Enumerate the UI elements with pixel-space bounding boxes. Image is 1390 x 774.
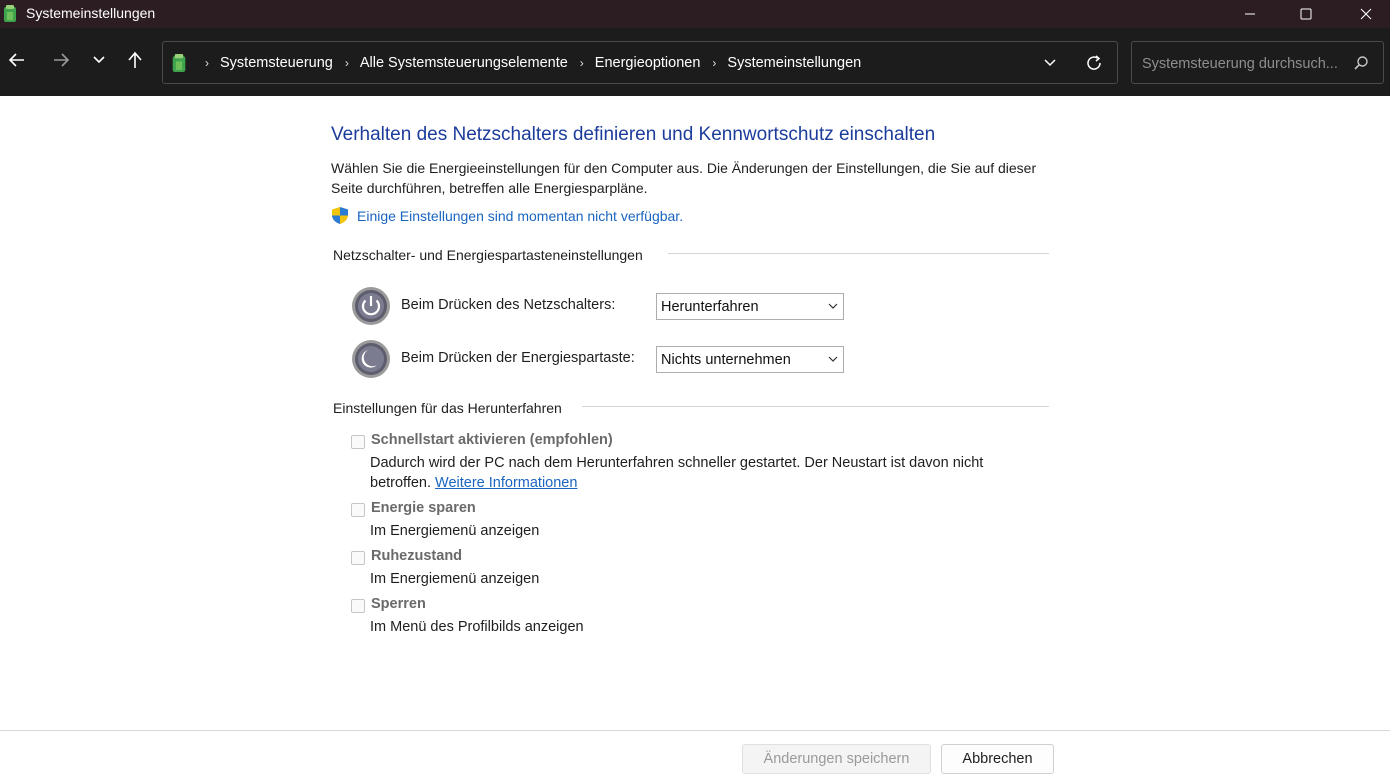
maximize-icon <box>1300 8 1312 20</box>
refresh-button[interactable] <box>1081 50 1107 76</box>
lock-title: Sperren <box>371 596 426 612</box>
control-panel-icon <box>4 5 16 22</box>
forward-button[interactable] <box>47 46 75 74</box>
sleep-button-action-select[interactable]: Nichts unternehmen <box>656 346 844 373</box>
recent-locations-button[interactable] <box>85 46 113 74</box>
breadcrumb-alle-elemente[interactable]: Alle Systemsteuerungselemente <box>358 55 570 71</box>
fast-startup-checkbox[interactable] <box>351 435 365 449</box>
close-button[interactable] <box>1336 0 1390 28</box>
save-changes-button[interactable]: Änderungen speichern <box>742 744 931 774</box>
fast-startup-title: Schnellstart aktivieren (empfohlen) <box>371 432 613 448</box>
arrow-right-icon <box>54 53 70 67</box>
minimize-icon <box>1245 13 1255 15</box>
up-button[interactable] <box>121 46 149 74</box>
chevron-down-icon <box>828 356 838 362</box>
footer-divider <box>0 730 1390 731</box>
search-box[interactable] <box>1131 41 1384 84</box>
window-title: Systemeinstellungen <box>26 5 156 21</box>
breadcrumb-systemeinstellungen[interactable]: Systemeinstellungen <box>725 55 863 71</box>
power-button-action-value: Herunterfahren <box>661 298 759 315</box>
control-panel-icon <box>172 53 186 72</box>
maximize-button[interactable] <box>1276 0 1336 28</box>
chevron-down-icon <box>828 303 838 309</box>
breadcrumb-systemsteuerung[interactable]: Systemsteuerung <box>218 55 335 71</box>
power-buttons-group-title: Netzschalter- und Energiespartasteneinst… <box>333 247 643 263</box>
sleep-button-action-value: Nichts unternehmen <box>661 351 791 368</box>
sleep-title: Energie sparen <box>371 500 476 516</box>
cancel-button[interactable]: Abbrechen <box>941 744 1054 774</box>
breadcrumb-separator: › <box>344 55 349 70</box>
search-icon[interactable] <box>1353 55 1369 71</box>
arrow-left-icon <box>8 53 24 67</box>
title-bar: Systemeinstellungen <box>0 0 1390 28</box>
chevron-down-icon <box>93 56 105 64</box>
hibernate-title: Ruhezustand <box>371 548 463 564</box>
chevron-down-icon <box>1044 59 1056 67</box>
close-icon <box>1360 8 1372 20</box>
lock-description: Im Menü des Profilbilds anzeigen <box>370 619 584 635</box>
hibernate-checkbox[interactable] <box>351 551 365 565</box>
sleep-description: Im Energiemenü anzeigen <box>370 523 540 539</box>
sleep-checkbox[interactable] <box>351 503 365 517</box>
lock-checkbox[interactable] <box>351 599 365 613</box>
breadcrumb-separator: › <box>579 55 584 70</box>
search-input[interactable] <box>1140 51 1344 77</box>
sleep-button-row: Beim Drücken der Energiespartaste: Nicht… <box>351 339 844 379</box>
unavailable-settings-link[interactable]: Einige Einstellungen sind momentan nicht… <box>357 208 683 224</box>
group-divider <box>668 253 1049 254</box>
refresh-icon <box>1087 55 1101 70</box>
arrow-up-icon <box>128 51 142 68</box>
power-button-label: Beim Drücken des Netzschalters: <box>401 297 616 313</box>
address-bar[interactable]: › Systemsteuerung › Alle Systemsteuerung… <box>162 41 1118 84</box>
breadcrumb: › Systemsteuerung › Alle Systemsteuerung… <box>171 42 863 83</box>
power-button-action-select[interactable]: Herunterfahren <box>656 293 844 320</box>
unavailable-settings-notice[interactable]: Einige Einstellungen sind momentan nicht… <box>331 206 683 225</box>
sleep-button-icon <box>352 340 390 378</box>
page-description: Wählen Sie die Energieeinstellungen für … <box>331 160 1037 196</box>
more-info-link[interactable]: Weitere Informationen <box>435 475 577 491</box>
group-divider <box>582 406 1049 407</box>
hibernate-description: Im Energiemenü anzeigen <box>370 571 540 587</box>
breadcrumb-separator: › <box>205 55 209 70</box>
shutdown-group-title: Einstellungen für das Herunterfahren <box>333 400 562 416</box>
uac-shield-icon <box>332 207 348 224</box>
page-title: Verhalten des Netzschalters definieren u… <box>331 124 936 145</box>
address-history-button[interactable] <box>1037 50 1063 76</box>
fast-startup-description: Dadurch wird der PC nach dem Herunterfah… <box>370 453 1030 493</box>
power-button-row: Beim Drücken des Netzschalters: Herunter… <box>351 286 844 326</box>
navigation-toolbar: › Systemsteuerung › Alle Systemsteuerung… <box>0 28 1390 96</box>
main-content: Verhalten des Netzschalters definieren u… <box>0 96 1390 774</box>
power-button-icon <box>352 287 390 325</box>
minimize-button[interactable] <box>1220 0 1280 28</box>
back-button[interactable] <box>3 46 31 74</box>
sleep-button-label: Beim Drücken der Energiespartaste: <box>401 350 635 366</box>
breadcrumb-separator: › <box>712 55 717 70</box>
breadcrumb-energieoptionen[interactable]: Energieoptionen <box>593 55 703 71</box>
